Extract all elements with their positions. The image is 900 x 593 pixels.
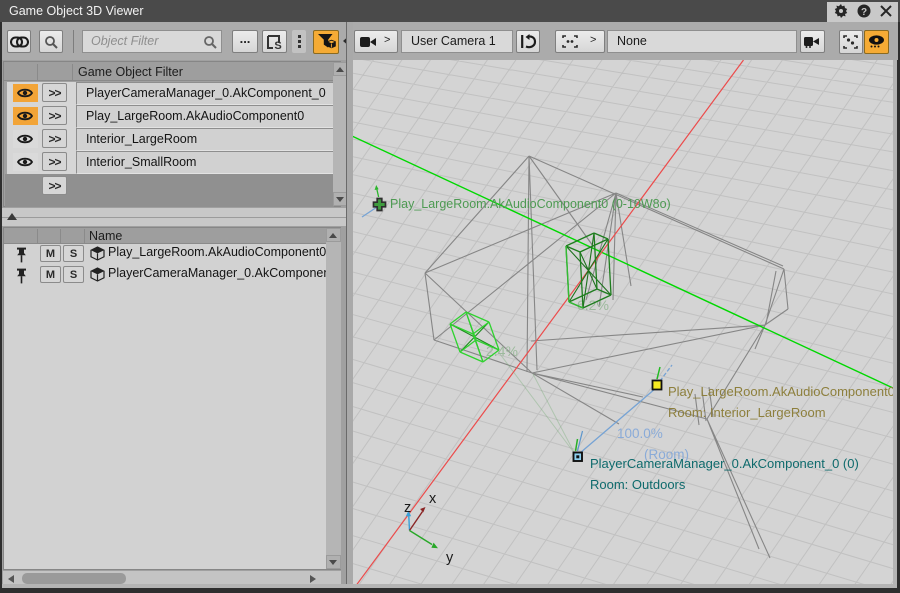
svg-text:Room: Interior_LargeRoom: Room: Interior_LargeRoom (668, 405, 826, 420)
svg-text:x: x (429, 491, 437, 507)
svg-text:y: y (446, 550, 454, 566)
svg-text:Room: Outdoors: Room: Outdoors (590, 477, 686, 492)
svg-text:6.2%: 6.2% (577, 297, 609, 313)
svg-text:Play_LargeRoom.AkAudioComponen: Play_LargeRoom.AkAudioComponent0 (… (668, 384, 893, 399)
svg-text:PlayerCameraManager_0.AkCompon: PlayerCameraManager_0.AkComponent_0 (0) (590, 456, 859, 471)
svg-text:S: S (274, 40, 281, 50)
svg-text:?: ? (861, 7, 867, 18)
svg-text:Play_LargeRoom.AkAudioComponen: Play_LargeRoom.AkAudioComponent0 (0-10W8… (390, 197, 671, 211)
svg-text:100.0%: 100.0% (617, 426, 663, 441)
svg-text:z: z (404, 500, 411, 516)
